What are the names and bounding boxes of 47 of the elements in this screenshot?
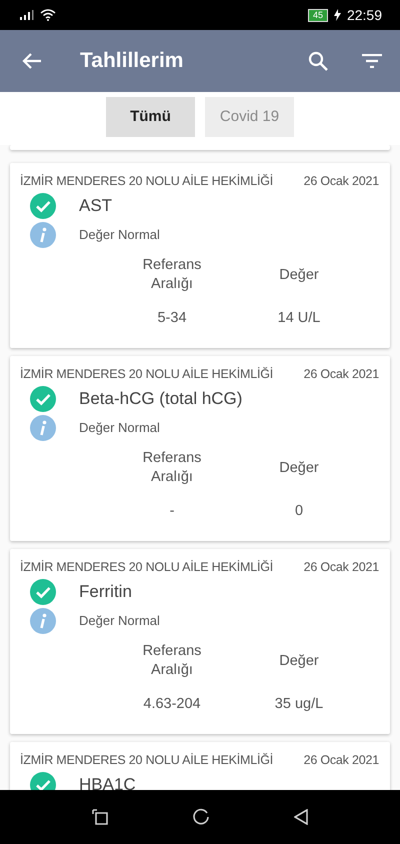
column-header: Referans Aralığı: [142, 256, 202, 294]
result-card[interactable]: İZMİR MENDERES 20 NOLU AİLE HEKİMLİĞİ 26 Ocak 2021 Beta-hCG (total hCG) Değer Normal Referans Aralığı Değer - 0: [10, 356, 390, 541]
screen-title: Tahlillerim: [80, 49, 184, 73]
clock-time: 22:59: [346, 7, 382, 23]
column-header: Değer: [278, 652, 320, 670]
back-arrow-icon[interactable]: [22, 52, 42, 70]
back-icon[interactable]: [294, 809, 308, 825]
column-header: Referans Aralığı: [142, 642, 202, 680]
result-date: 26 Ocak 2021: [304, 174, 379, 188]
info-icon: [30, 222, 56, 248]
search-icon[interactable]: [308, 51, 328, 71]
result-card[interactable]: İZMİR MENDERES 20 NOLU AİLE HEKİMLİĞİ 26 Ocak 2021 Ferritin Değer Normal Referans Aralığı Değer 4.63-204 35 ug/L: [10, 549, 390, 734]
reference-range: 4.63-204: [142, 696, 202, 712]
clinic-name: İZMİR MENDERES 20 NOLU AİLE HEKİMLİĞİ: [20, 753, 274, 767]
reference-range: 5-34: [156, 310, 188, 326]
result-date: 26 Ocak 2021: [304, 560, 379, 574]
column-header: Değer: [278, 458, 320, 478]
result-card[interactable]: İZMİR MENDERES 20 NOLU AİLE HEKİMLİĞİ 26 Ocak 2021 HBA1C: [10, 742, 390, 790]
charging-icon: [334, 9, 341, 21]
result-note: Değer Normal: [79, 227, 160, 242]
clinic-name: İZMİR MENDERES 20 NOLU AİLE HEKİMLİĞİ: [20, 560, 274, 574]
test-name: AST: [79, 196, 112, 216]
result-value: 35 ug/L: [274, 696, 324, 712]
home-icon[interactable]: [192, 808, 210, 826]
info-icon: [30, 414, 56, 440]
filter-icon[interactable]: [362, 54, 382, 68]
test-name: Beta-hCG (total hCG): [79, 388, 242, 408]
result-value: 0: [294, 503, 304, 519]
column-header: Değer: [278, 266, 320, 284]
info-icon: [30, 608, 56, 634]
result-date: 26 Ocak 2021: [304, 753, 379, 767]
wifi-icon: [40, 9, 56, 21]
signal-icon: [20, 10, 34, 20]
test-name: Ferritin: [79, 582, 132, 602]
test-name: HBA1C: [79, 774, 136, 790]
result-note: Değer Normal: [79, 420, 160, 435]
clinic-name: İZMİR MENDERES 20 NOLU AİLE HEKİMLİĞİ: [20, 174, 274, 188]
result-card[interactable]: İZMİR MENDERES 20 NOLU AİLE HEKİMLİĞİ 26 Ocak 2021 AST Değer Normal Referans Aralığı Değer 5-34 14 U/L: [10, 163, 390, 348]
reference-range: -: [168, 503, 176, 519]
column-header: Referans Aralığı: [142, 449, 202, 487]
result-note: Değer Normal: [79, 613, 160, 628]
clinic-name: İZMİR MENDERES 20 NOLU AİLE HEKİMLİĞİ: [20, 367, 274, 381]
battery-level: 45: [308, 8, 328, 22]
result-date: 26 Ocak 2021: [304, 367, 379, 381]
result-value: 14 U/L: [276, 310, 322, 326]
recents-icon[interactable]: [92, 809, 108, 825]
filter-tab[interactable]: Tümü: [106, 96, 195, 136]
